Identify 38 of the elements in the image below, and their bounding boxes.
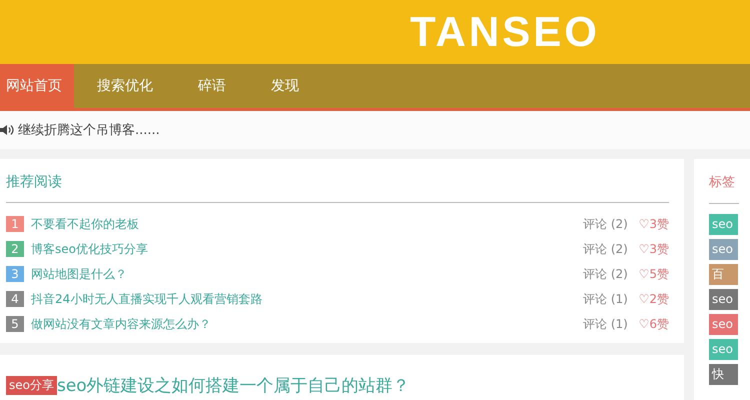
- like-count[interactable]: ♡6赞: [633, 316, 669, 332]
- speaker-icon: [0, 124, 14, 136]
- article-link[interactable]: 博客seo优化技巧分享: [31, 240, 583, 258]
- notice-text: 继续折腾这个吊博客......: [18, 122, 160, 139]
- article-link[interactable]: 做网站没有文章内容来源怎么办？: [31, 316, 583, 332]
- section-title: 标签: [709, 169, 739, 204]
- comment-count: 评论 (2): [583, 240, 629, 258]
- rank-badge: 3: [6, 266, 24, 282]
- nav-tab[interactable]: 网站首页: [0, 64, 74, 108]
- rank-badge: 5: [6, 316, 24, 332]
- article-link[interactable]: 网站地图是什么？: [31, 266, 583, 282]
- tag-link[interactable]: 百: [709, 264, 738, 285]
- comment-count: 评论 (1): [583, 316, 629, 332]
- like-count[interactable]: ♡3赞: [633, 240, 669, 258]
- nav-tab[interactable]: 发现: [248, 64, 321, 108]
- rank-badge: 2: [6, 241, 24, 257]
- like-count[interactable]: ♡5赞: [633, 266, 669, 282]
- nav-tab[interactable]: 搜索优化: [74, 64, 175, 108]
- tag-link[interactable]: seo: [709, 339, 738, 360]
- rank-badge: 1: [6, 216, 24, 232]
- article-link[interactable]: 不要看不起你的老板: [31, 216, 583, 232]
- site-logo[interactable]: TANSEO: [410, 8, 600, 56]
- comment-count: 评论 (2): [583, 266, 629, 282]
- like-count[interactable]: ♡2赞: [633, 290, 669, 308]
- article-link[interactable]: 抖音24小时无人直播实现千人观看营销套路: [31, 290, 583, 308]
- rank-badge: 4: [6, 291, 24, 307]
- tag-link[interactable]: seo: [709, 314, 738, 335]
- tag-link[interactable]: seo: [709, 239, 738, 260]
- comment-count: 评论 (2): [583, 216, 629, 232]
- comment-count: 评论 (1): [583, 290, 629, 308]
- tag-link[interactable]: 快: [709, 364, 738, 385]
- tag-link[interactable]: seo: [709, 214, 738, 235]
- tag-link[interactable]: seo: [709, 289, 738, 310]
- category-tag[interactable]: seo分享: [6, 376, 57, 394]
- nav-tab[interactable]: 碎语: [175, 64, 248, 108]
- section-title: 推荐阅读: [6, 169, 669, 203]
- post-title[interactable]: seo外链建设之如何搭建一个属于自己的站群？: [56, 374, 410, 396]
- like-count[interactable]: ♡3赞: [633, 216, 669, 232]
